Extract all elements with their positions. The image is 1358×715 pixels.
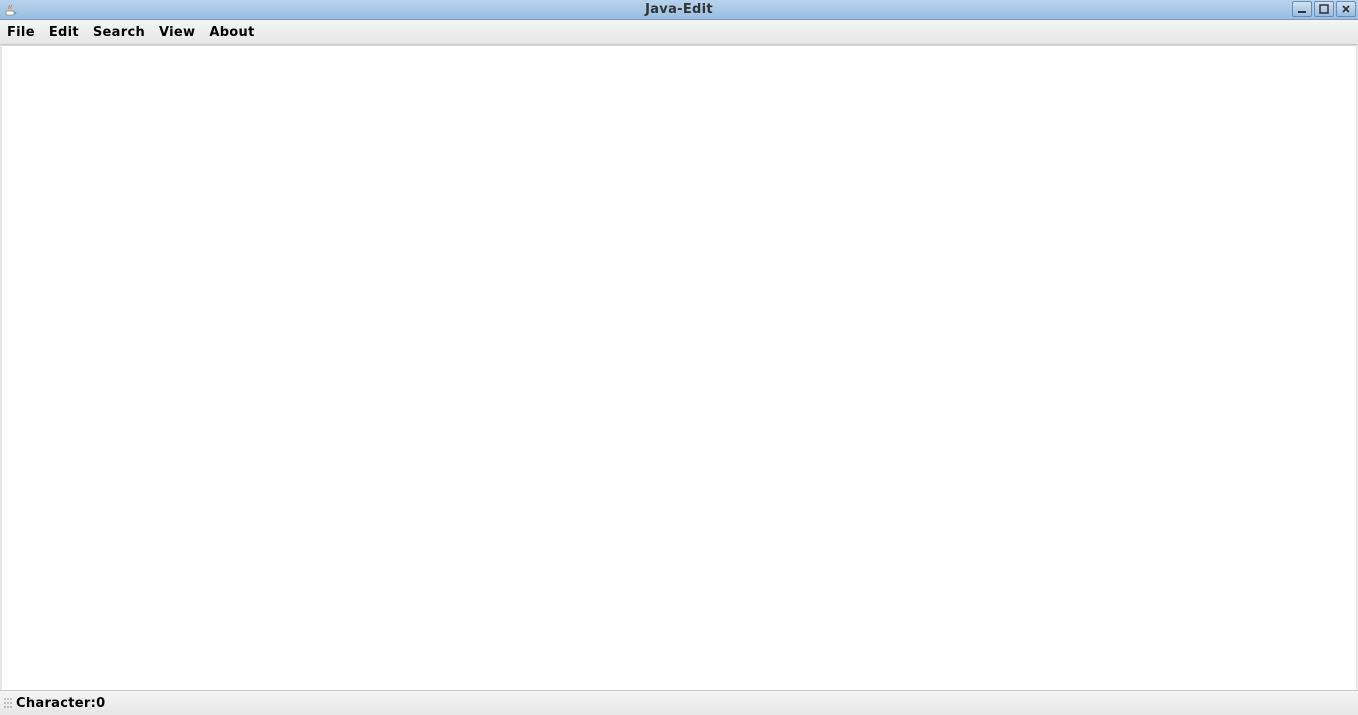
menu-file[interactable]: File <box>0 22 42 43</box>
grip-icon <box>2 695 14 711</box>
menu-about[interactable]: About <box>202 22 261 43</box>
window-controls <box>1292 1 1356 17</box>
character-count-label: Character:0 <box>16 696 105 711</box>
window-title: Java-Edit <box>645 2 713 17</box>
menubar: File Edit Search View About <box>0 20 1358 45</box>
menu-search[interactable]: Search <box>86 22 152 43</box>
menu-edit[interactable]: Edit <box>42 22 86 43</box>
text-editor[interactable] <box>2 46 1356 690</box>
java-app-icon <box>2 2 18 18</box>
statusbar: Character:0 <box>0 690 1358 715</box>
close-button[interactable] <box>1336 1 1356 17</box>
character-label: Character: <box>16 696 96 711</box>
menu-view[interactable]: View <box>152 22 202 43</box>
editor-container <box>0 45 1358 690</box>
minimize-button[interactable] <box>1292 1 1312 17</box>
maximize-button[interactable] <box>1314 1 1334 17</box>
character-count-value: 0 <box>96 696 105 711</box>
titlebar: Java-Edit <box>0 0 1358 20</box>
